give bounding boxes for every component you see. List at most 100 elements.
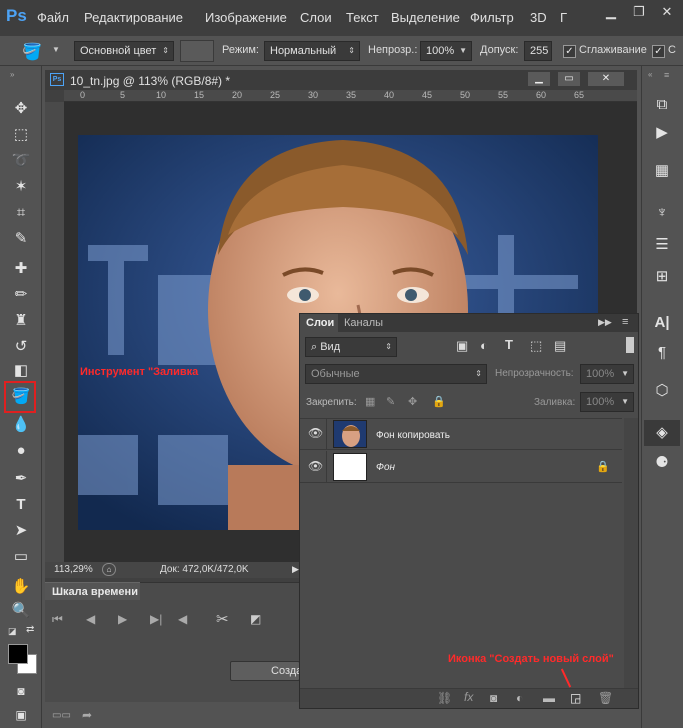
transition-icon[interactable]: ◩	[250, 612, 261, 626]
scissors-icon[interactable]: ✂	[216, 610, 229, 628]
paragraph-panel-icon[interactable]: ¶	[650, 342, 674, 364]
filter-type-icon[interactable]: T	[505, 337, 513, 352]
play-icon[interactable]: ▶	[118, 612, 127, 626]
paint-bucket-icon[interactable]: 🪣	[22, 42, 46, 62]
new-layer-icon[interactable]: ◲	[570, 691, 581, 705]
foreground-color-swatch[interactable]	[8, 644, 28, 664]
first-frame-icon[interactable]: ⏮	[52, 612, 63, 627]
contiguous-checkbox[interactable]: ✓	[652, 45, 665, 58]
clone-stamp-icon[interactable]: ♜	[9, 310, 33, 332]
menu-edit[interactable]: Редактирование	[84, 10, 183, 25]
layers-panel-icon[interactable]: ◈	[650, 422, 674, 444]
opacity-input[interactable]: 100% ▼	[420, 41, 472, 61]
3d-panel-icon[interactable]: ⬡	[650, 380, 674, 402]
dodge-tool-icon[interactable]: ●	[9, 440, 33, 462]
mode-select[interactable]: Нормальный ⇕	[264, 41, 360, 61]
filter-kind-select[interactable]: ⌕ Вид ⇕	[305, 337, 397, 357]
layers-scrollbar[interactable]	[624, 418, 638, 688]
filter-shape-icon[interactable]: ⬚	[530, 338, 542, 354]
restore-icon[interactable]: ❐	[628, 4, 650, 20]
next-frame-icon[interactable]: ▶|	[150, 612, 162, 626]
filter-smart-icon[interactable]: ▤	[554, 338, 566, 354]
styles-panel-icon[interactable]: ⊞	[650, 266, 674, 288]
paint-bucket-icon[interactable]: 🪣	[9, 386, 33, 408]
minimize-icon[interactable]: ▁	[600, 4, 622, 20]
visibility-eye-icon[interactable]: 👁	[308, 426, 323, 440]
screen-mode-icon[interactable]: ▣	[9, 704, 33, 726]
prev-frame-icon[interactable]: ◀	[86, 612, 95, 626]
swap-colors-icon[interactable]: ⇄	[26, 624, 34, 635]
menu-image[interactable]: Изображение	[205, 10, 287, 25]
blend-mode-select[interactable]: Обычные ⇕	[305, 364, 487, 384]
marquee-tool-icon[interactable]: ⬚	[9, 124, 33, 146]
magic-wand-icon[interactable]: ✶	[9, 176, 33, 198]
quick-mask-icon[interactable]: ◙	[9, 680, 33, 702]
eraser-icon[interactable]: ◧	[9, 360, 33, 382]
history-brush-icon[interactable]: ↺	[9, 336, 33, 358]
blur-tool-icon[interactable]: 💧	[9, 414, 33, 436]
doc-restore-icon[interactable]: ▭	[558, 72, 580, 86]
filter-toggle[interactable]	[626, 337, 634, 353]
doc-minimize-icon[interactable]: ▁	[528, 72, 550, 86]
layer-name[interactable]: Фон копировать	[376, 430, 450, 441]
properties-panel-icon[interactable]: ▦	[650, 160, 674, 182]
menu-file[interactable]: Файл	[37, 10, 69, 25]
menu-text[interactable]: Текст	[346, 10, 379, 25]
lasso-tool-icon[interactable]: ➰	[9, 150, 33, 172]
filter-pixel-icon[interactable]: ▣	[456, 338, 468, 354]
healing-brush-icon[interactable]: ✚	[9, 258, 33, 280]
pen-tool-icon[interactable]: ✒	[9, 468, 33, 490]
rectangle-tool-icon[interactable]: ▭	[9, 546, 33, 568]
layer-name[interactable]: Фон	[376, 462, 395, 473]
doc-close-icon[interactable]: ✕	[588, 72, 624, 86]
lock-all-icon[interactable]: 🔒	[432, 395, 446, 408]
collapse-icon[interactable]: »	[10, 70, 14, 79]
path-select-icon[interactable]: ➤	[9, 520, 33, 542]
collapse-panel-icon[interactable]: ▶▶	[598, 317, 612, 328]
zoom-tool-icon[interactable]: 🔍	[9, 600, 33, 622]
layer-opacity-input[interactable]: 100% ▼	[580, 364, 634, 384]
history-panel-icon[interactable]: ⧉	[650, 94, 674, 116]
eyedropper-icon[interactable]: ✎	[9, 228, 33, 250]
lock-position-icon[interactable]: ✥	[408, 395, 417, 408]
tab-layers[interactable]: Слои	[306, 317, 334, 329]
fx-icon[interactable]: fx	[464, 690, 473, 704]
lock-pixels-icon[interactable]: ✎	[386, 395, 395, 408]
dock-collapse-icon[interactable]: «	[648, 70, 652, 79]
type-tool-icon[interactable]: T	[9, 494, 33, 516]
character-panel-icon[interactable]: A|	[650, 312, 674, 334]
fill-source-select[interactable]: Основной цвет ⇕	[74, 41, 174, 61]
menu-layers[interactable]: Слои	[300, 10, 332, 25]
new-group-icon[interactable]: ▬	[543, 691, 555, 705]
dock-menu-icon[interactable]: ≡	[664, 70, 669, 80]
default-colors-icon[interactable]: ◪	[8, 626, 17, 637]
timeline-options-icon[interactable]: ▭▭	[52, 710, 71, 721]
convert-icon[interactable]: ➦	[82, 708, 92, 722]
timeline-tab[interactable]: Шкала времени	[52, 586, 138, 598]
menu-filter[interactable]: Фильтр	[470, 10, 514, 25]
brush-tool-icon[interactable]: ✏	[9, 284, 33, 306]
actions-panel-icon[interactable]: ▶	[650, 122, 674, 144]
crop-tool-icon[interactable]: ⌗	[9, 202, 33, 224]
close-icon[interactable]: ✕	[656, 4, 678, 20]
create-timeline-button[interactable]: Созда	[230, 661, 300, 681]
filter-adjustment-icon[interactable]: ◐	[480, 338, 488, 353]
info-icon[interactable]: ⌂	[102, 563, 116, 576]
pattern-swatch[interactable]	[180, 40, 214, 62]
audio-icon[interactable]: ◀	[178, 612, 187, 626]
move-tool-icon[interactable]: ✥	[9, 98, 33, 120]
tolerance-input[interactable]: 255	[524, 41, 552, 61]
menu-3d[interactable]: 3D	[530, 10, 547, 25]
adjustments-panel-icon[interactable]: ☰	[650, 234, 674, 256]
panel-menu-icon[interactable]: ≡	[622, 316, 628, 328]
menu-select[interactable]: Выделение	[391, 10, 460, 25]
visibility-eye-icon[interactable]: 👁	[308, 459, 323, 473]
link-layers-icon[interactable]: ⛓	[437, 691, 452, 705]
status-arrow-icon[interactable]: ▶	[292, 564, 299, 575]
chevron-down-icon[interactable]: ▼	[52, 45, 60, 54]
channels-panel-icon[interactable]: ⚈	[650, 452, 674, 474]
menu-more[interactable]: Г	[560, 10, 567, 25]
lock-transparent-icon[interactable]: ▦	[365, 395, 375, 408]
delete-layer-icon[interactable]: 🗑	[598, 691, 613, 705]
antialias-checkbox[interactable]: ✓	[563, 45, 576, 58]
